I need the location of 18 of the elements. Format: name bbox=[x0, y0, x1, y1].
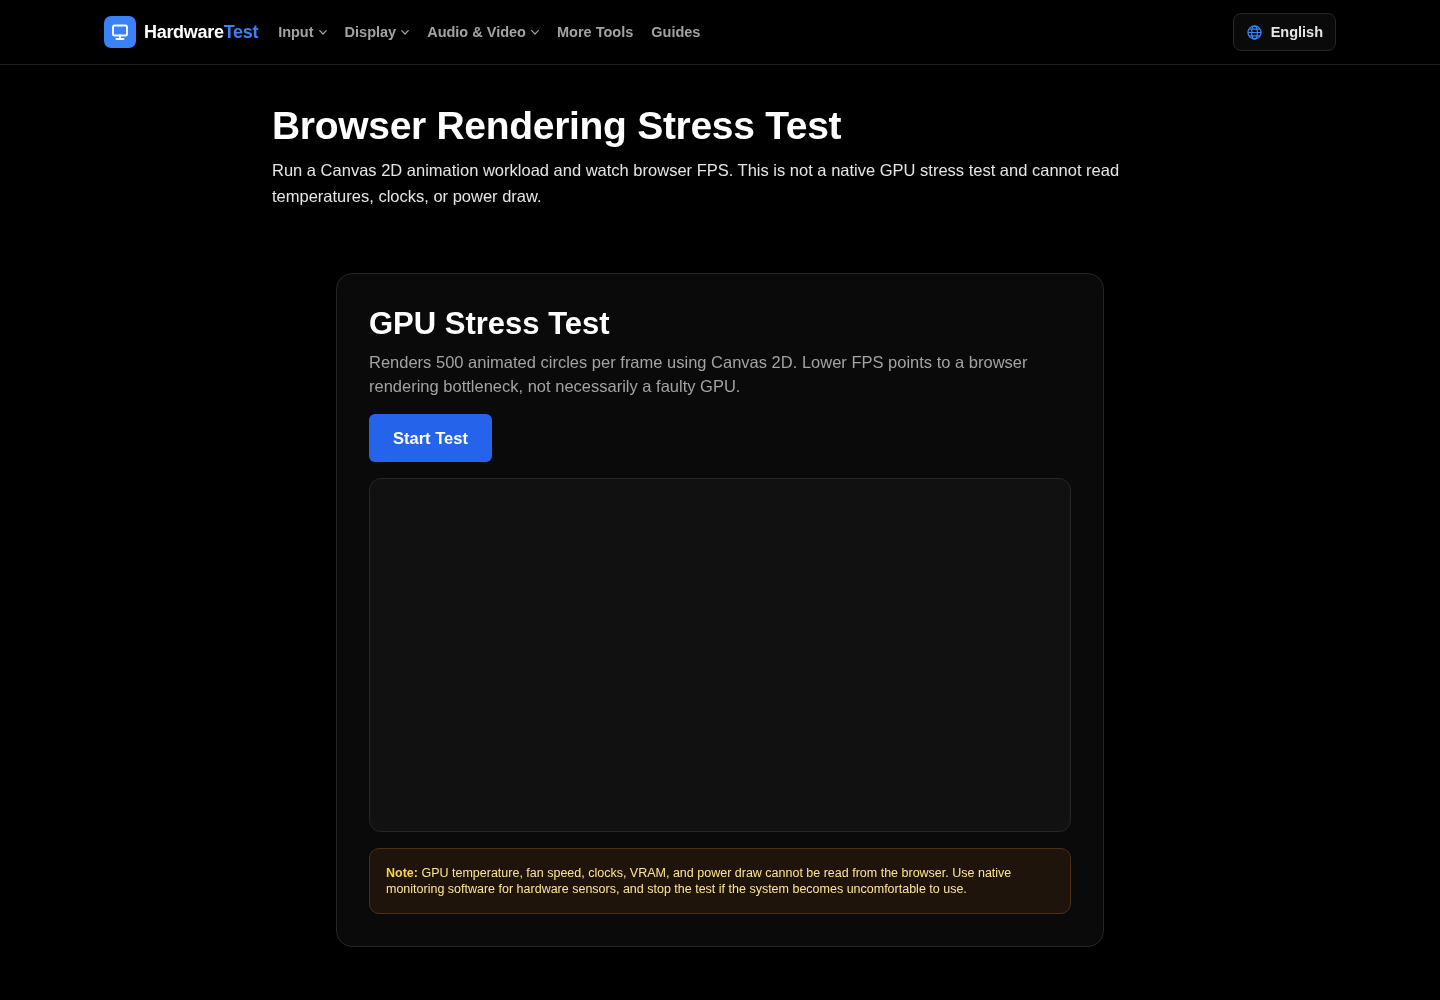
nav-menu-button[interactable]: Input bbox=[278, 24, 327, 40]
nav-link[interactable]: Guides bbox=[651, 24, 701, 40]
start-test-button[interactable]: Start Test bbox=[369, 414, 492, 462]
chevron-down-icon bbox=[531, 29, 539, 35]
card-title: GPU Stress Test bbox=[369, 306, 611, 342]
globe-icon bbox=[1246, 24, 1262, 40]
nav-menu-button[interactable]: Audio & Video bbox=[427, 24, 539, 40]
nav-link[interactable]: More Tools bbox=[557, 24, 634, 40]
chevron-down-icon bbox=[318, 29, 327, 35]
nav-menu-button[interactable]: Display bbox=[344, 24, 410, 40]
logo-text[interactable]: HardwareTest bbox=[144, 21, 259, 43]
chevron-down-icon bbox=[401, 29, 410, 35]
card-description: Renders 500 animated circles per frame using Canvas 2D. Lower FPS points to a browser rendering bottleneck, not necessarily a faulty GPU. bbox=[369, 352, 1029, 397]
language-button[interactable]: English bbox=[1232, 13, 1336, 51]
monitor-icon[interactable] bbox=[104, 16, 136, 48]
page-title: Browser Rendering Stress Test bbox=[272, 103, 843, 149]
page-subtitle: Run a Canvas 2D animation workload and watch browser FPS. This is not a native GPU stress test and cannot read temperatures, clocks, or power draw. bbox=[272, 160, 1121, 207]
note-text: Note: GPU temperature, fan speed, clocks, VRAM, and power draw cannot be read from the browser. Use native monitoring software for hardware sensors, and stop the test if the system becomes uncomfortable to use. bbox=[369, 848, 1071, 914]
